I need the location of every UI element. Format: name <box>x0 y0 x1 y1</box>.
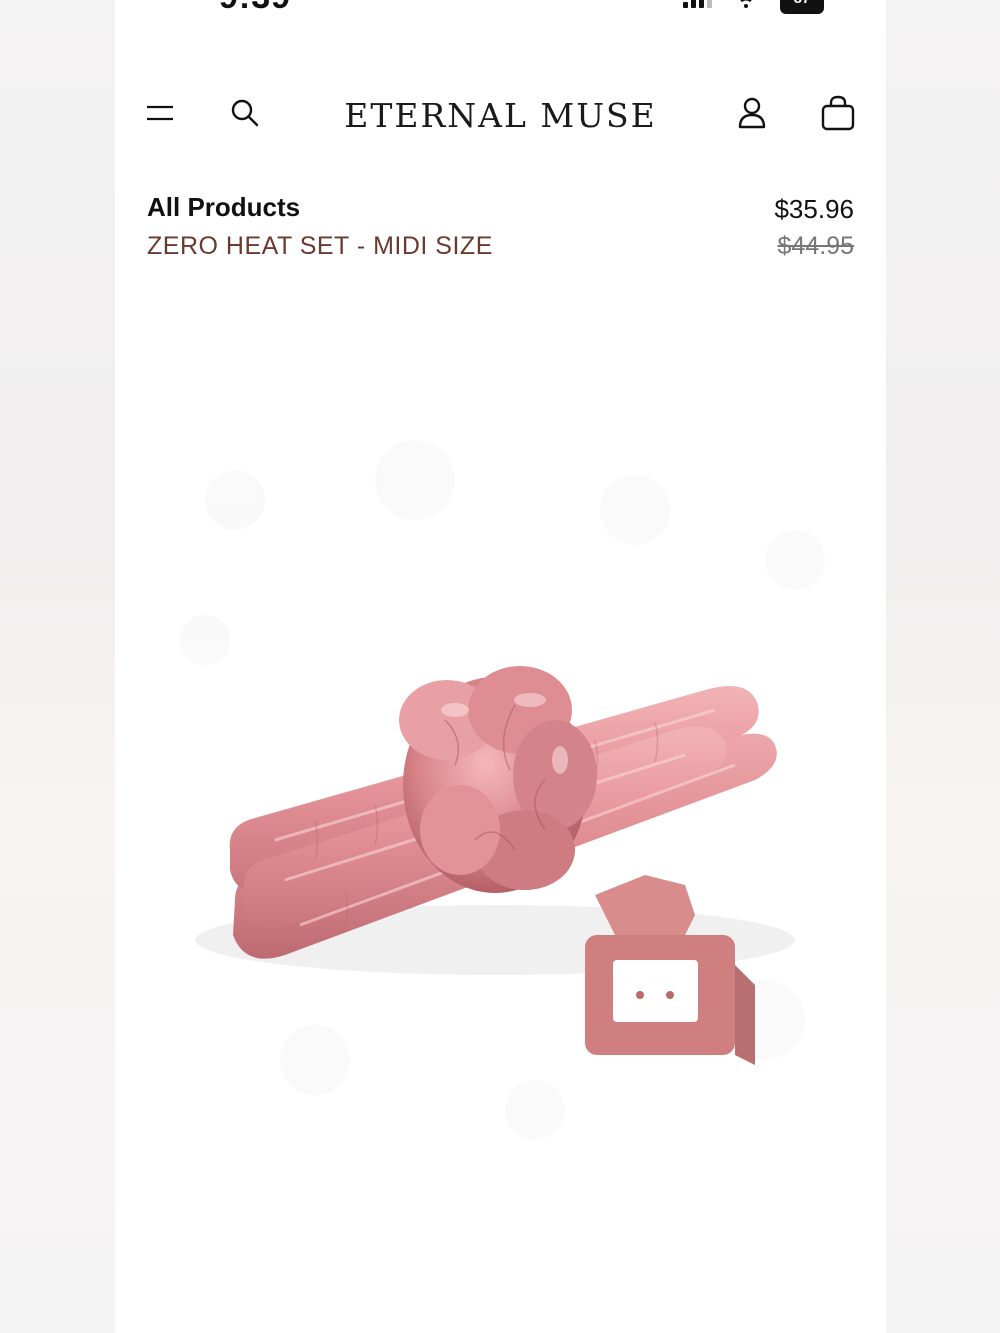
shopping-bag-icon <box>821 95 855 136</box>
original-price: $44.95 <box>777 232 854 260</box>
cart-button[interactable] <box>817 94 859 136</box>
phone-screen: 9:39 87 <box>115 0 886 1333</box>
sale-price: $35.96 <box>774 194 854 224</box>
product-title: ZERO HEAT SET - MIDI SIZE <box>147 232 493 260</box>
site-header: ETERNAL MUSE <box>115 80 886 150</box>
battery-indicator: 87 <box>780 0 824 14</box>
status-icons: 87 <box>683 0 824 14</box>
background-right <box>886 0 1000 1333</box>
signal-icon <box>683 0 712 8</box>
product-image[interactable] <box>115 420 886 1180</box>
wifi-icon <box>734 0 758 13</box>
breadcrumb-category[interactable]: All Products <box>147 192 300 223</box>
background-left <box>0 0 115 1333</box>
account-button[interactable] <box>731 94 773 136</box>
status-time: 9:39 <box>219 0 291 17</box>
account-icon <box>737 97 767 134</box>
